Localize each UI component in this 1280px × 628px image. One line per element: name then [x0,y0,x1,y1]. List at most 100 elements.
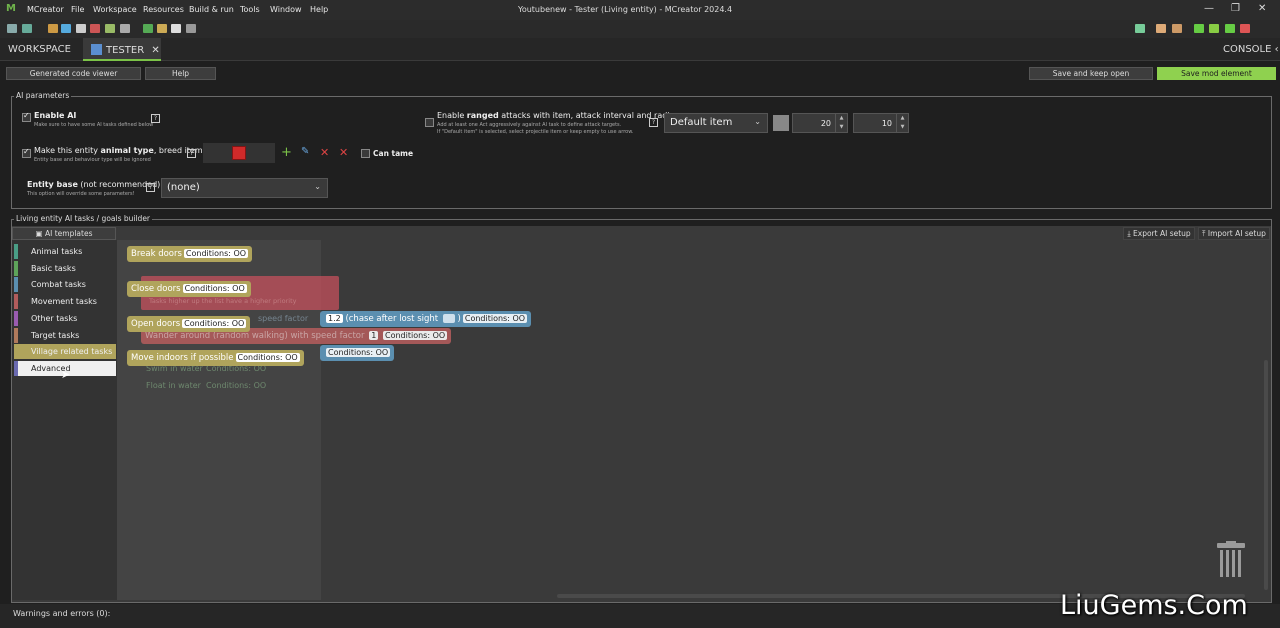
export-label: Export AI setup [1133,229,1191,238]
save-mod-element-button[interactable]: Save mod element [1157,67,1276,80]
generated-code-viewer-button[interactable]: Generated code viewer [6,67,141,80]
category-other-tasks[interactable]: Other tasks [14,310,116,326]
menu-file[interactable]: File [71,5,84,14]
menu-window[interactable]: Window [270,5,302,14]
tab-tester[interactable]: TESTER ✕ [83,38,161,61]
generic-task-block[interactable]: Conditions: OO [320,345,395,361]
close-tab-icon[interactable]: ✕ [151,45,159,56]
category-target-tasks[interactable]: Target tasks [14,327,116,343]
chase-conditions[interactable]: Conditions: OO [462,314,528,323]
category-basic-tasks[interactable]: Basic tasks [14,260,116,276]
category-label: Other tasks [31,313,78,323]
menu-build-run[interactable]: Build & run [189,5,234,14]
menu-resources[interactable]: Resources [143,5,184,14]
block-label: Open doors [131,319,181,329]
generic-conditions[interactable]: Conditions: OO [326,348,391,357]
trash-icon[interactable] [1217,541,1245,577]
attack-radius-spinner[interactable]: 10 ▲ ▼ [853,113,909,133]
save-icon[interactable] [120,24,130,33]
vertical-scrollbar[interactable] [1264,360,1268,590]
wrench-icon[interactable] [1156,24,1166,33]
ranged-checkbox[interactable] [425,118,434,127]
run-server-icon[interactable] [1225,24,1235,33]
enable-ai-help-icon[interactable]: ? [151,114,160,123]
spinner-arrows-icon[interactable]: ▲ ▼ [896,114,908,132]
import-ai-setup-button[interactable]: ⤒ Import AI setup [1198,227,1270,240]
entity-base-value: (none) [167,182,200,193]
menu-tools[interactable]: Tools [240,5,260,14]
category-animal-tasks[interactable]: Animal tasks [14,244,116,259]
chevron-down-icon: ⌄ [754,117,761,126]
remove-item-icon[interactable]: ✕ [320,146,329,159]
tab-workspace[interactable]: WORKSPACE [8,38,78,61]
save-and-keep-open-button[interactable]: Save and keep open [1029,67,1153,80]
chase-text: (chase after lost sight [345,314,439,324]
clear-items-icon[interactable]: ✕ [339,146,348,159]
folder-icon[interactable] [157,24,167,33]
globe-icon[interactable] [61,24,71,33]
menu-help[interactable]: Help [310,5,328,14]
entity-base-help-icon[interactable]: ? [146,183,155,192]
ranged-item-select[interactable]: Default item ⌄ [664,113,768,133]
hammer-icon[interactable] [1172,24,1182,33]
workspace-icon[interactable] [7,24,17,33]
debug-icon[interactable] [1209,24,1219,33]
chase-task-block[interactable]: 1.2 (chase after lost sight ) Conditions:… [320,311,532,327]
help-button[interactable]: Help [145,67,216,80]
list-icon[interactable] [171,24,181,33]
disk-icon[interactable] [186,24,196,33]
ranged-help-icon[interactable]: ? [649,118,658,127]
workspace-gear-icon[interactable] [1135,24,1145,33]
can-tame-checkbox[interactable] [361,149,370,158]
entity-base-label: Entity base (not recommended): [27,180,163,189]
category-color-bar [14,360,18,376]
enable-ai-checkbox[interactable] [22,111,31,122]
category-combat-tasks[interactable]: Combat tasks [14,277,116,293]
run-client-icon[interactable] [1194,24,1204,33]
animal-type-help-icon[interactable]: ? [187,149,196,158]
grid-icon[interactable] [143,24,153,33]
category-village-related-tasks[interactable]: Village related tasks [14,344,116,360]
block-conditions[interactable]: Conditions: OO [182,284,247,293]
wander-speed-value[interactable]: 1 [369,331,379,340]
close-window-button[interactable]: ✕ [1258,3,1266,14]
add-item-icon[interactable]: + [281,145,292,160]
chase-paren: ) [457,314,461,324]
bg-speed-factor-text: speed factor [258,314,309,323]
category-color-bar [14,344,18,360]
block-conditions[interactable]: Conditions: OO [182,319,247,328]
chase-speed-value[interactable]: 1.2 [326,314,343,323]
export-ai-setup-button[interactable]: ⤓ Export AI setup [1123,227,1195,240]
chase-checkbox[interactable] [442,314,455,323]
open-doors-block[interactable]: Open doors Conditions: OO [127,316,251,332]
spinner-arrows-icon[interactable]: ▲ ▼ [835,114,847,132]
category-color-bar [14,260,18,276]
sound-icon[interactable] [76,24,86,33]
wander-conditions[interactable]: Conditions: OO [382,331,448,340]
entity-base-select[interactable]: (none) ⌄ [161,178,328,198]
edit-item-icon[interactable]: ✎ [301,146,309,157]
animal-type-checkbox[interactable] [22,147,31,158]
break-doors-block[interactable]: Break doors Conditions: OO [127,246,253,262]
console-arrow-icon: ‹ [1274,44,1279,55]
stop-icon[interactable] [1240,24,1250,33]
ai-templates-button[interactable]: ▣ AI templates [12,227,116,240]
move-indoors-block[interactable]: Move indoors if possible Conditions: OO [127,350,304,366]
breed-items-list[interactable] [203,143,275,163]
maximize-button[interactable]: ❐ [1231,3,1240,14]
float-block-text: Float in water [146,381,201,390]
menu-mcreator[interactable]: MCreator [27,5,64,14]
image-icon[interactable] [48,24,58,33]
model-icon[interactable] [90,24,100,33]
tab-console[interactable]: CONSOLE ‹ [1223,38,1279,61]
block-conditions[interactable]: Conditions: OO [235,353,300,362]
block-conditions[interactable]: Conditions: OO [183,249,249,258]
menu-workspace[interactable]: Workspace [93,5,137,14]
close-doors-block[interactable]: Close doors Conditions: OO [127,281,251,297]
structure-icon[interactable] [105,24,115,33]
category-movement-tasks[interactable]: Movement tasks [14,294,116,310]
attack-interval-spinner[interactable]: 20 ▲ ▼ [792,113,848,133]
ranged-item-slot[interactable] [773,115,789,131]
add-element-icon[interactable] [22,24,32,33]
minimize-button[interactable]: — [1204,3,1214,14]
